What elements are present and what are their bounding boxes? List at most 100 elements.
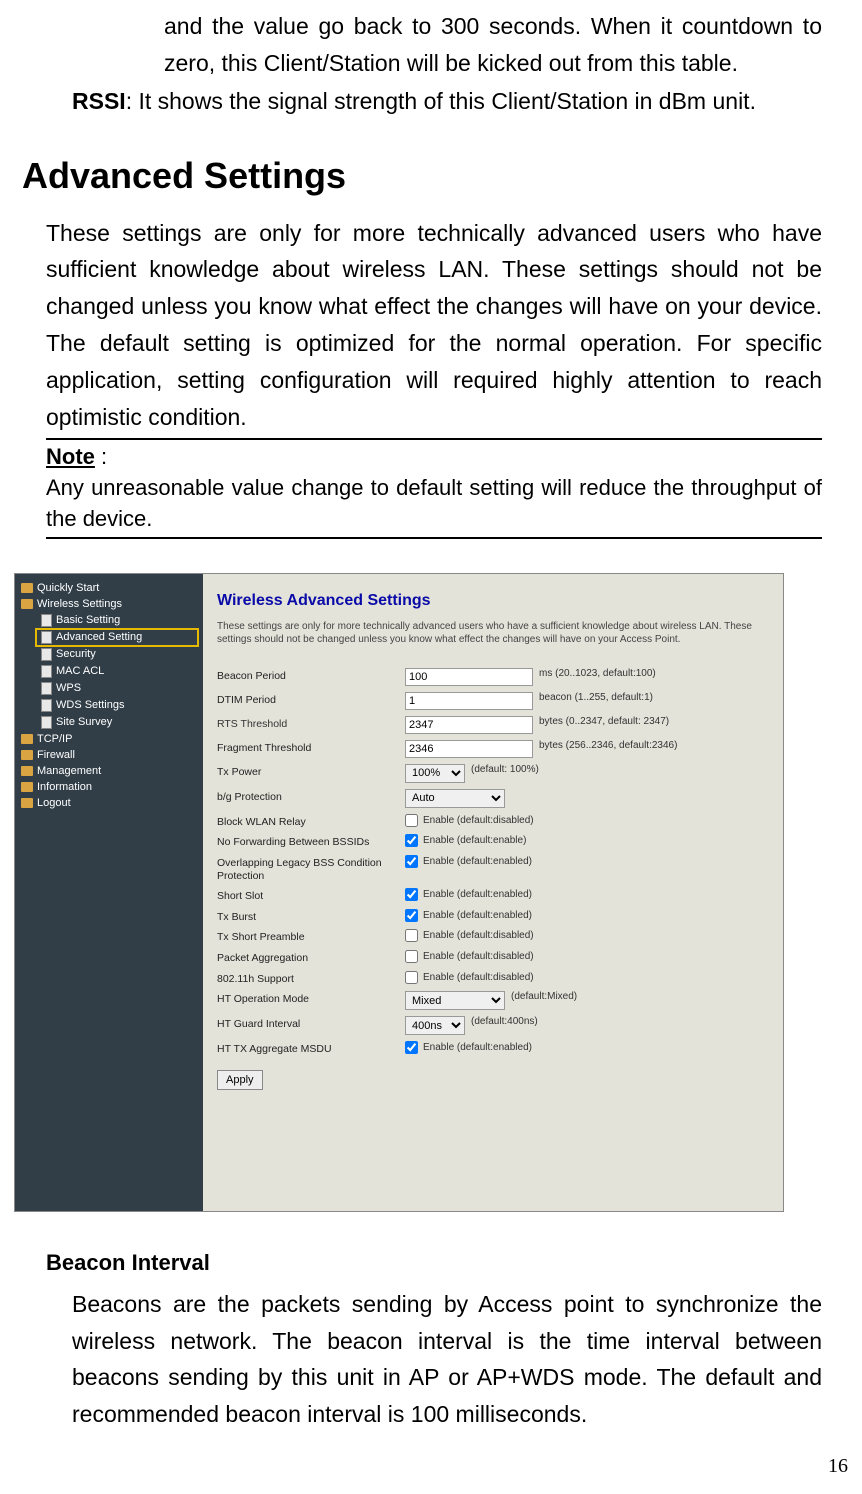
hint-frag: bytes (256..2346, default:2346) — [539, 740, 677, 751]
panel-desc: These settings are only for more technic… — [217, 620, 769, 646]
hint-packet: Enable (default:disabled) — [423, 951, 534, 962]
rssi-label: RSSI — [72, 88, 126, 114]
label-htguard: HT Guard Interval — [217, 1016, 405, 1031]
settings-panel: Wireless Advanced Settings These setting… — [203, 574, 783, 1211]
page-number: 16 — [828, 1455, 848, 1478]
note-label: Note — [46, 444, 95, 469]
select-txpower[interactable]: 100% — [405, 764, 465, 783]
folder-icon — [21, 766, 33, 776]
nav-firewall[interactable]: Firewall — [15, 747, 203, 763]
label-block: Block WLAN Relay — [217, 814, 405, 829]
label-httx: HT TX Aggregate MSDU — [217, 1041, 405, 1056]
label-rts: RTS Threshold — [217, 716, 405, 730]
nav-label: WDS Settings — [56, 699, 124, 711]
label-overlap: Overlapping Legacy BSS Condition Protect… — [217, 855, 405, 882]
label-txshort: Tx Short Preamble — [217, 929, 405, 944]
hint-txpower: (default: 100%) — [471, 764, 539, 775]
label-htop: HT Operation Mode — [217, 991, 405, 1006]
folder-icon — [21, 599, 33, 609]
row-txburst: Tx Burst Enable (default:enabled) — [217, 909, 769, 924]
select-bgprot[interactable]: Auto — [405, 789, 505, 808]
paragraph-intro: These settings are only for more technic… — [46, 215, 822, 436]
folder-icon — [21, 798, 33, 808]
row-block: Block WLAN Relay Enable (default:disable… — [217, 814, 769, 829]
label-txpower: Tx Power — [217, 764, 405, 779]
nav-security[interactable]: Security — [15, 646, 203, 663]
doc-rssi-line: RSSI: It shows the signal strength of th… — [72, 88, 822, 115]
row-beacon: Beacon Period ms (20..1023, default:100) — [217, 668, 769, 686]
checkbox-short[interactable] — [405, 888, 418, 901]
checkbox-txshort[interactable] — [405, 929, 418, 942]
hint-beacon: ms (20..1023, default:100) — [539, 668, 656, 679]
hint-txshort: Enable (default:disabled) — [423, 930, 534, 941]
embedded-screenshot: Quickly Start Wireless Settings Basic Se… — [14, 573, 784, 1212]
hint-block: Enable (default:disabled) — [423, 815, 534, 826]
checkbox-nofwd[interactable] — [405, 834, 418, 847]
hint-802h: Enable (default:disabled) — [423, 972, 534, 983]
label-802h: 802.11h Support — [217, 971, 405, 986]
row-packet: Packet Aggregation Enable (default:disab… — [217, 950, 769, 965]
select-htguard[interactable]: 400ns — [405, 1016, 465, 1035]
hint-short: Enable (default:enabled) — [423, 889, 532, 900]
apply-button[interactable]: Apply — [217, 1070, 263, 1090]
row-nofwd: No Forwarding Between BSSIDs Enable (def… — [217, 834, 769, 849]
subheading-beacon-interval: Beacon Interval — [46, 1250, 862, 1276]
nav-label: WPS — [56, 682, 81, 694]
note-text: Any unreasonable value change to default… — [46, 475, 822, 531]
page-icon — [41, 614, 52, 627]
nav-logout[interactable]: Logout — [15, 795, 203, 811]
page-icon — [41, 716, 52, 729]
label-txburst: Tx Burst — [217, 909, 405, 924]
nav-basic-setting[interactable]: Basic Setting — [15, 612, 203, 629]
page-icon — [41, 699, 52, 712]
input-frag[interactable] — [405, 740, 533, 758]
input-beacon[interactable] — [405, 668, 533, 686]
nav-label: TCP/IP — [37, 733, 72, 745]
hint-nofwd: Enable (default:enable) — [423, 835, 526, 846]
nav-site-survey[interactable]: Site Survey — [15, 714, 203, 731]
label-frag: Fragment Threshold — [217, 740, 405, 755]
nav-label: Wireless Settings — [37, 598, 122, 610]
checkbox-packet[interactable] — [405, 950, 418, 963]
nav-advanced-setting[interactable]: Advanced Setting — [15, 629, 203, 646]
label-dtim: DTIM Period — [217, 692, 405, 707]
nav-mac-acl[interactable]: MAC ACL — [15, 663, 203, 680]
nav-wps[interactable]: WPS — [15, 680, 203, 697]
checkbox-802h[interactable] — [405, 971, 418, 984]
row-overlap: Overlapping Legacy BSS Condition Protect… — [217, 855, 769, 882]
hint-rts: bytes (0..2347, default: 2347) — [539, 716, 669, 727]
page-icon — [41, 648, 52, 661]
input-dtim[interactable] — [405, 692, 533, 710]
hint-htguard: (default:400ns) — [471, 1016, 538, 1027]
nav-label: MAC ACL — [56, 665, 104, 677]
nav-tcpip[interactable]: TCP/IP — [15, 731, 203, 747]
nav-wds-settings[interactable]: WDS Settings — [15, 697, 203, 714]
nav-label: Security — [56, 648, 96, 660]
row-httx: HT TX Aggregate MSDU Enable (default:ena… — [217, 1041, 769, 1056]
nav-management[interactable]: Management — [15, 763, 203, 779]
checkbox-overlap[interactable] — [405, 855, 418, 868]
folder-icon — [21, 750, 33, 760]
nav-label: Basic Setting — [56, 614, 120, 626]
checkbox-httx[interactable] — [405, 1041, 418, 1054]
select-htop[interactable]: Mixed — [405, 991, 505, 1010]
nav-information[interactable]: Information — [15, 779, 203, 795]
note-box: Note : Any unreasonable value change to … — [46, 438, 822, 538]
nav-label: Site Survey — [56, 716, 112, 728]
page-icon — [41, 665, 52, 678]
checkbox-txburst[interactable] — [405, 909, 418, 922]
panel-title: Wireless Advanced Settings — [217, 592, 769, 610]
nav-quickly-start[interactable]: Quickly Start — [15, 580, 203, 596]
hint-overlap: Enable (default:enabled) — [423, 856, 532, 867]
nav-wireless-settings[interactable]: Wireless Settings — [15, 596, 203, 612]
label-packet: Packet Aggregation — [217, 950, 405, 965]
row-frag: Fragment Threshold bytes (256..2346, def… — [217, 740, 769, 758]
input-rts[interactable] — [405, 716, 533, 734]
row-htguard: HT Guard Interval 400ns (default:400ns) — [217, 1016, 769, 1035]
label-bgprot: b/g Protection — [217, 789, 405, 804]
label-beacon: Beacon Period — [217, 668, 405, 683]
paragraph-beacon: Beacons are the packets sending by Acces… — [72, 1286, 822, 1433]
row-txpower: Tx Power 100% (default: 100%) — [217, 764, 769, 783]
nav-label: Management — [37, 765, 101, 777]
checkbox-block[interactable] — [405, 814, 418, 827]
